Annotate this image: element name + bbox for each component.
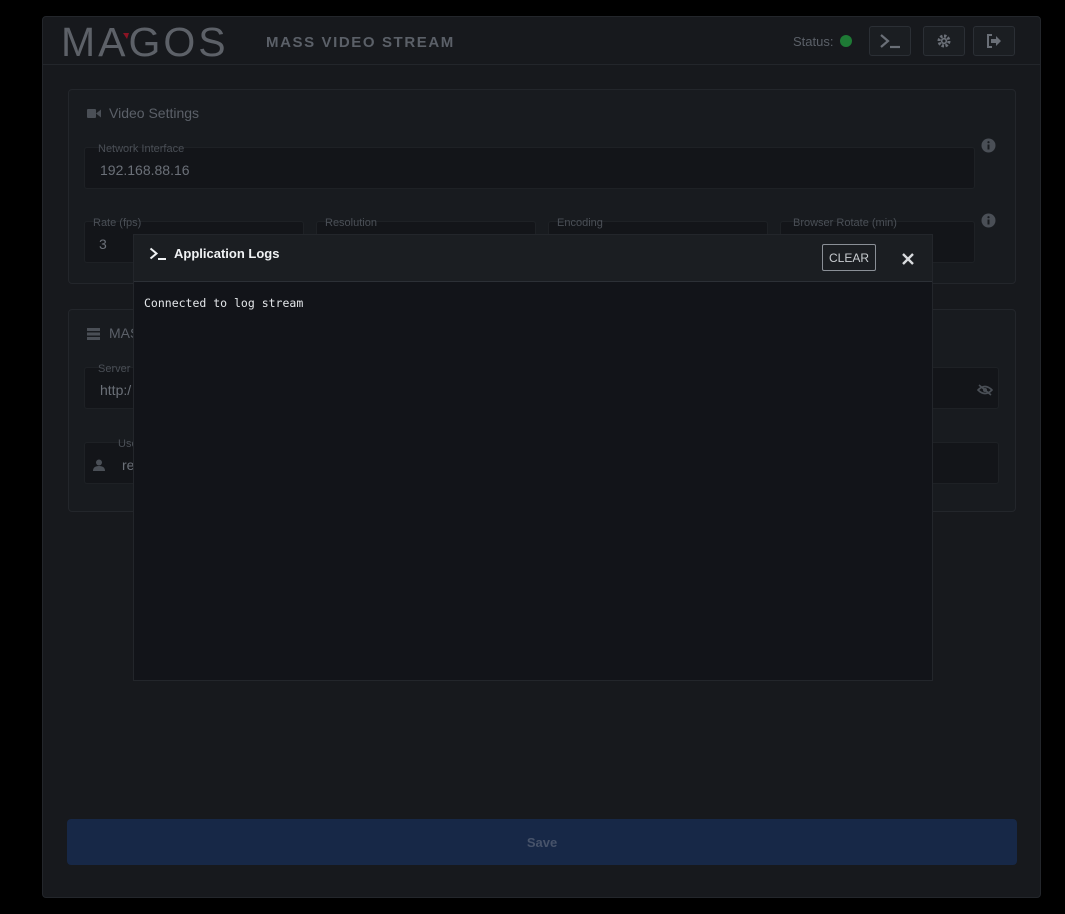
eye-slash-icon[interactable] — [977, 384, 993, 396]
video-settings-title: Video Settings — [109, 105, 200, 121]
clear-logs-button[interactable]: CLEAR — [822, 244, 876, 271]
info-icon[interactable] — [981, 213, 996, 228]
network-interface-field[interactable]: Network Interface 192.168.88.16 — [84, 143, 975, 189]
logout-button[interactable] — [973, 26, 1015, 56]
resolution-label: Resolution — [325, 217, 377, 229]
video-camera-icon — [87, 109, 101, 118]
status-dot — [840, 35, 853, 47]
terminal-icon — [149, 247, 166, 260]
log-line: Connected to log stream — [144, 296, 304, 310]
user-icon — [93, 459, 105, 471]
application-logs-modal: Application Logs CLEAR Connected to log … — [133, 234, 933, 681]
server-label: Server — [98, 363, 131, 375]
app-header: MAGOS MASS VIDEO STREAM Status: — [43, 17, 1040, 65]
info-icon[interactable] — [981, 138, 996, 153]
magos-logo: MAGOS — [61, 21, 251, 61]
magos-logo-graphic: MAGOS — [61, 21, 229, 61]
save-button[interactable]: Save — [67, 819, 1017, 865]
logout-icon — [987, 34, 1001, 48]
status-indicator: Status: — [793, 34, 853, 49]
logs-button[interactable] — [869, 26, 911, 56]
terminal-icon — [880, 34, 900, 49]
server-value: http:/ — [100, 382, 132, 398]
modal-header: Application Logs CLEAR — [134, 235, 932, 282]
encoding-label: Encoding — [557, 217, 603, 229]
browser-rotate-label: Browser Rotate (min) — [793, 217, 897, 229]
server-icon — [87, 328, 100, 340]
app-subtitle: MASS VIDEO STREAM — [266, 34, 455, 51]
status-label: Status: — [793, 34, 834, 49]
gear-icon — [937, 34, 951, 48]
network-interface-value: 192.168.88.16 — [100, 162, 190, 178]
network-interface-label: Network Interface — [98, 143, 185, 155]
settings-button[interactable] — [923, 26, 965, 56]
rate-value: 3 — [99, 236, 107, 252]
rate-label: Rate (fps) — [93, 217, 142, 229]
close-icon — [902, 253, 914, 265]
modal-title: Application Logs — [174, 246, 280, 261]
close-modal-button[interactable] — [898, 249, 918, 269]
svg-text:MAGOS: MAGOS — [61, 21, 229, 61]
log-output: Connected to log stream — [134, 283, 932, 680]
